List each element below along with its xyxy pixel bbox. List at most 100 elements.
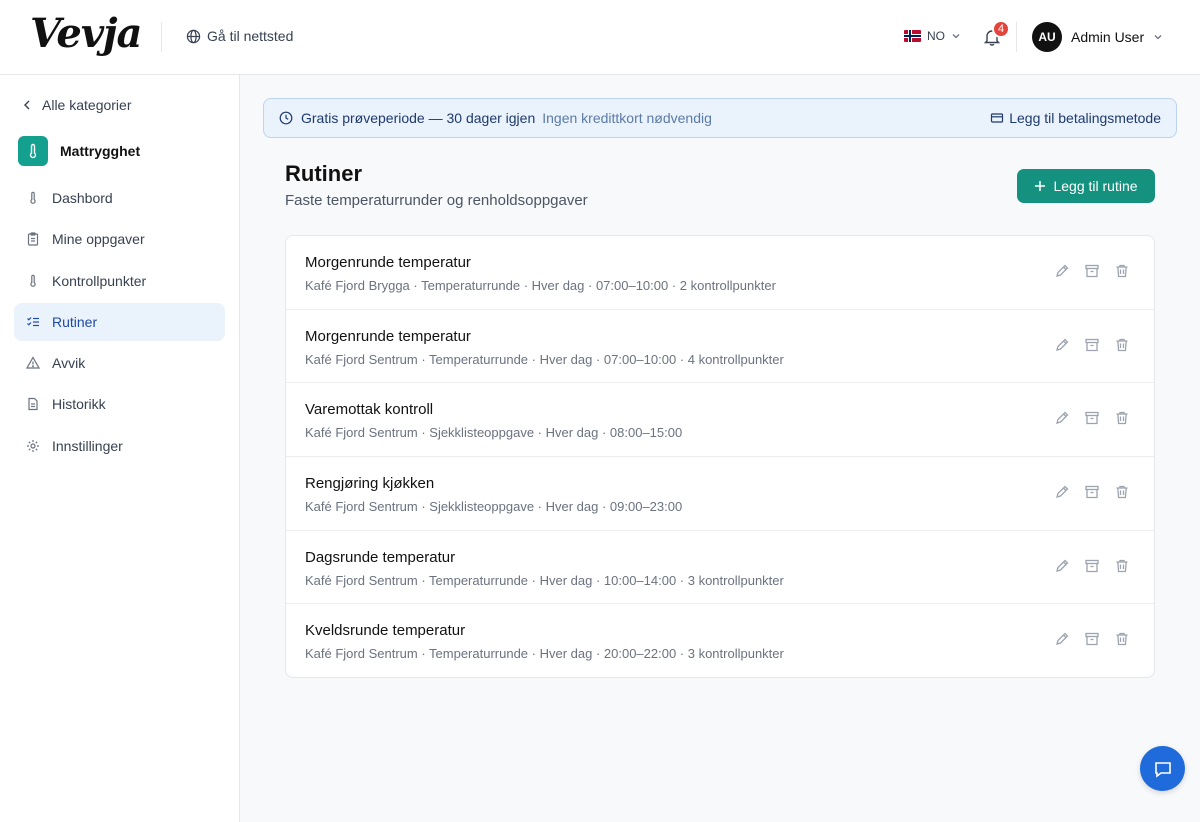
chat-icon bbox=[1154, 761, 1171, 778]
thermometer-icon bbox=[30, 274, 36, 287]
routine-list: Morgenrunde temperatur Kafé Fjord Brygga … bbox=[285, 235, 1155, 678]
edit-pencil-icon[interactable] bbox=[1054, 631, 1070, 647]
avatar: AU bbox=[1032, 22, 1062, 52]
credit-card-icon bbox=[991, 113, 1004, 123]
routine-row[interactable]: Morgenrunde temperatur Kafé Fjord Brygga … bbox=[286, 236, 1154, 310]
trash-icon[interactable] bbox=[1114, 631, 1130, 647]
edit-pencil-icon[interactable] bbox=[1054, 337, 1070, 353]
routine-row[interactable]: Varemottak kontroll Kafé Fjord Sentrum · … bbox=[286, 383, 1154, 458]
user-menu[interactable]: AU Admin User bbox=[1032, 22, 1163, 52]
routine-row[interactable]: Kveldsrunde temperatur Kafé Fjord Sentrum… bbox=[286, 604, 1154, 677]
archive-icon[interactable] bbox=[1084, 263, 1100, 279]
top-header: Vevja Gå til nettsted NO 4 AU Admin User bbox=[0, 0, 1200, 75]
language-selector[interactable]: NO bbox=[904, 29, 961, 43]
sidebar-item-settings[interactable]: Innstillinger bbox=[14, 427, 225, 465]
add-payment-method-link[interactable]: Legg til betalingsmetode bbox=[990, 110, 1161, 126]
notification-count-badge: 4 bbox=[992, 20, 1010, 38]
thermometer-icon bbox=[30, 191, 36, 204]
checklist-icon bbox=[27, 316, 39, 326]
category-header: Mattrygghet bbox=[18, 136, 140, 166]
routine-row[interactable]: Morgenrunde temperatur Kafé Fjord Sentrum… bbox=[286, 310, 1154, 384]
logo[interactable]: Vevja bbox=[30, 10, 142, 57]
routine-meta: Kafé Fjord Sentrum · Sjekklisteoppgave ·… bbox=[305, 499, 683, 515]
chevron-down-icon bbox=[1154, 35, 1162, 40]
back-label: Alle kategorier bbox=[42, 97, 132, 113]
routine-title: Morgenrunde temperatur bbox=[305, 327, 471, 345]
category-name: Mattrygghet bbox=[60, 143, 141, 159]
routine-row[interactable]: Rengjøring kjøkken Kafé Fjord Sentrum · S… bbox=[286, 457, 1154, 531]
document-icon bbox=[28, 398, 38, 411]
routine-meta: Kafé Fjord Sentrum · Temperaturrunde · H… bbox=[305, 646, 784, 662]
add-payment-method-label: Legg til betalingsmetode bbox=[1009, 110, 1161, 126]
edit-pencil-icon[interactable] bbox=[1054, 263, 1070, 279]
sidebar-item-label: Kontrollpunkter bbox=[52, 272, 147, 289]
page-subtitle: Faste temperaturrunder og renholdsoppgav… bbox=[285, 192, 588, 209]
edit-pencil-icon[interactable] bbox=[1054, 558, 1070, 574]
gear-icon bbox=[27, 439, 39, 452]
sidebar-item-label: Avvik bbox=[52, 355, 86, 372]
norway-flag-icon bbox=[904, 30, 921, 42]
routine-actions bbox=[1054, 558, 1130, 574]
sidebar-nav: Dashbord Mine oppgaver Kontrollpunkter R… bbox=[14, 179, 225, 468]
globe-icon bbox=[186, 29, 201, 43]
routine-row[interactable]: Dagsrunde temperatur Kafé Fjord Sentrum ·… bbox=[286, 531, 1154, 605]
sidebar-item-label: Mine oppgaver bbox=[52, 231, 145, 248]
routine-title: Varemottak kontroll bbox=[305, 401, 434, 419]
archive-icon[interactable] bbox=[1084, 410, 1100, 426]
page-title: Rutiner bbox=[285, 161, 362, 186]
sidebar-item-deviations[interactable]: Avvik bbox=[14, 344, 225, 382]
sidebar-item-dashboard[interactable]: Dashbord bbox=[14, 179, 225, 217]
routine-meta: Kafé Fjord Sentrum · Temperaturrunde · H… bbox=[305, 351, 784, 367]
trial-banner-subtitle: Ingen kredittkort nødvendig bbox=[542, 110, 712, 126]
chat-button[interactable] bbox=[1140, 746, 1185, 791]
routine-meta: Kafé Fjord Sentrum · Sjekklisteoppgave ·… bbox=[305, 425, 683, 441]
archive-icon[interactable] bbox=[1084, 337, 1100, 353]
thermometer-icon bbox=[18, 136, 48, 166]
back-to-categories-link[interactable]: Alle kategorier bbox=[22, 97, 132, 113]
sidebar-item-control-points[interactable]: Kontrollpunkter bbox=[14, 262, 225, 300]
archive-icon[interactable] bbox=[1084, 631, 1100, 647]
routine-title: Morgenrunde temperatur bbox=[305, 254, 471, 271]
routine-actions bbox=[1054, 410, 1130, 426]
trash-icon[interactable] bbox=[1114, 484, 1130, 500]
trash-icon[interactable] bbox=[1114, 410, 1130, 426]
sidebar-item-label: Dashbord bbox=[52, 190, 113, 206]
go-to-website-link[interactable]: Gå til nettsted bbox=[186, 28, 293, 44]
sidebar-item-label: Rutiner bbox=[52, 313, 98, 330]
routine-actions bbox=[1054, 484, 1130, 500]
archive-icon[interactable] bbox=[1084, 558, 1100, 574]
plus-icon bbox=[1035, 181, 1046, 191]
routine-title: Dagsrunde temperatur bbox=[305, 548, 456, 566]
routine-meta: Kafé Fjord Sentrum · Temperaturrunde · H… bbox=[305, 572, 784, 588]
sidebar-item-my-tasks[interactable]: Mine oppgaver bbox=[14, 220, 225, 258]
user-name: Admin User bbox=[1071, 29, 1145, 45]
trash-icon[interactable] bbox=[1114, 263, 1130, 279]
sidebar-item-history[interactable]: Historikk bbox=[14, 385, 225, 423]
trash-icon[interactable] bbox=[1114, 558, 1130, 574]
routine-title: Rengjøring kjøkken bbox=[305, 475, 435, 493]
add-routine-button[interactable]: Legg til rutine bbox=[1017, 169, 1155, 203]
trial-banner-title: Gratis prøveperiode — 30 dager igjen bbox=[301, 110, 536, 126]
header-divider bbox=[161, 22, 162, 52]
chevron-left-icon bbox=[24, 100, 30, 110]
archive-icon[interactable] bbox=[1084, 484, 1100, 500]
sidebar-item-routines[interactable]: Rutiner bbox=[14, 302, 225, 341]
clock-icon bbox=[279, 111, 293, 125]
sidebar-item-label: Historikk bbox=[52, 396, 106, 413]
add-routine-label: Legg til rutine bbox=[1053, 178, 1138, 194]
header-divider bbox=[1016, 22, 1017, 52]
routine-actions bbox=[1054, 263, 1130, 279]
trash-icon[interactable] bbox=[1114, 337, 1130, 353]
edit-pencil-icon[interactable] bbox=[1054, 410, 1070, 426]
clipboard-icon bbox=[27, 232, 39, 246]
routine-actions bbox=[1054, 337, 1130, 353]
sidebar-item-label: Innstillinger bbox=[52, 437, 123, 454]
trial-banner: Gratis prøveperiode — 30 dager igjen Ing… bbox=[263, 98, 1177, 138]
chevron-down-icon bbox=[952, 34, 960, 39]
go-to-website-label: Gå til nettsted bbox=[207, 28, 294, 44]
language-label: NO bbox=[927, 29, 945, 43]
edit-pencil-icon[interactable] bbox=[1054, 484, 1070, 500]
routine-actions bbox=[1054, 631, 1130, 647]
sidebar: Alle kategorier Mattrygghet Dashbord Min… bbox=[0, 75, 240, 822]
warning-icon bbox=[26, 356, 40, 369]
